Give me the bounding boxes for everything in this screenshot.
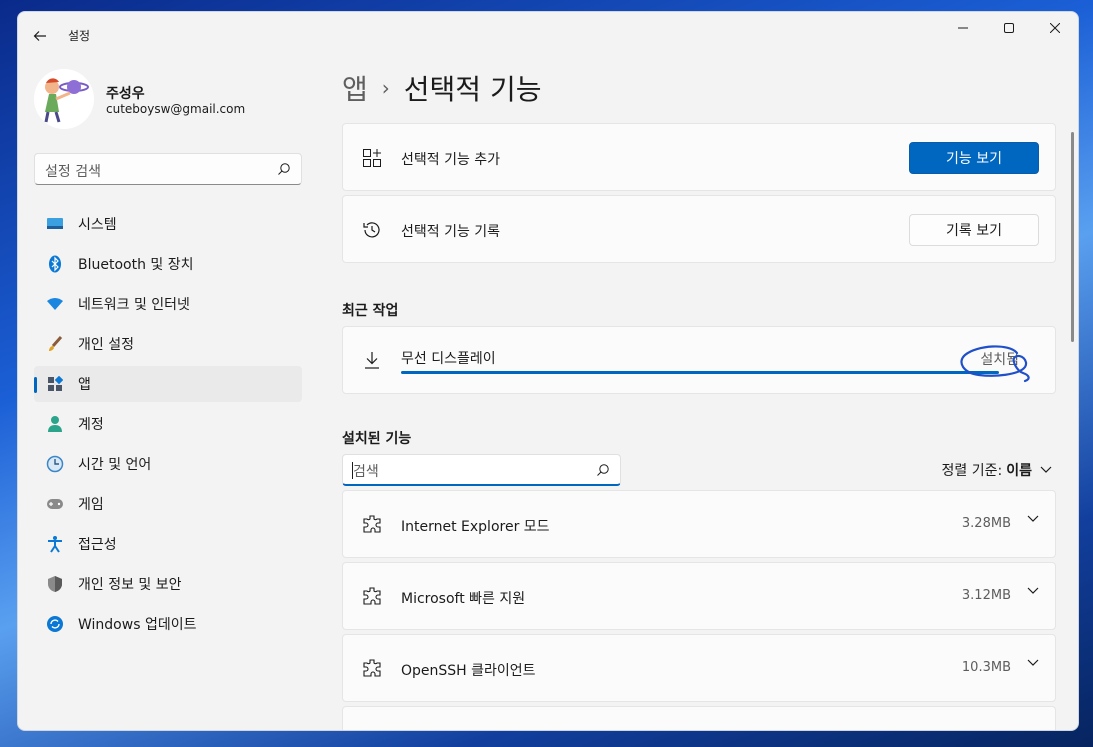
feature-row[interactable]: OpenSSH 클라이언트 10.3MB [342,634,1056,702]
puzzle-icon [361,513,383,535]
recent-action-card: 무선 디스플레이 설치됨 [342,326,1056,394]
chevron-down-icon[interactable] [1027,587,1039,595]
download-icon [361,349,383,371]
view-features-button[interactable]: 기능 보기 [909,142,1039,174]
sort-value: 이름 [1006,463,1032,479]
recent-actions-title: 최근 작업 [342,303,399,319]
feature-history-card: 선택적 기능 기록 기록 보기 [342,195,1056,263]
title-bar: 설정 [18,12,1078,58]
feature-size: 3.28MB [961,516,1011,531]
scrollbar[interactable] [1071,132,1074,342]
sort-dropdown[interactable]: 정렬 기준: 이름 [942,460,1052,480]
sidebar-item-label: 네트워크 및 인터넷 [78,297,190,313]
sidebar-item-label: 접근성 [78,537,117,553]
sidebar-item-accessibility[interactable]: 접근성 [34,526,302,562]
minimize-button[interactable] [940,12,986,44]
feature-row[interactable]: Internet Explorer 모드 3.28MB [342,490,1056,558]
view-history-button[interactable]: 기록 보기 [909,214,1039,246]
puzzle-icon [361,585,383,607]
sidebar-item-label: 시스템 [78,217,117,233]
feature-row-partial[interactable] [342,706,1056,730]
installed-search-placeholder: 검색 [353,464,379,480]
avatar[interactable] [34,69,94,129]
sidebar-item-apps[interactable]: 앱 [34,366,302,402]
install-progress-bar [401,371,999,374]
feature-row[interactable]: Microsoft 빠른 지원 3.12MB [342,562,1056,630]
sort-label: 정렬 기준: [941,463,1003,479]
feature-name: Internet Explorer 모드 [401,519,550,535]
breadcrumb-separator: › [381,76,390,100]
sidebar-item-label: 개인 정보 및 보안 [78,577,182,593]
sidebar-item-label: 앱 [78,377,91,393]
person-icon [46,415,64,433]
app-title: 설정 [68,29,91,43]
add-feature-label: 선택적 기능 추가 [401,152,501,168]
sidebar-item-gaming[interactable]: 게임 [34,486,302,522]
close-icon [1050,23,1060,33]
sidebar-item-label: Windows 업데이트 [78,617,197,633]
bluetooth-icon [46,255,64,273]
system-icon [46,215,64,233]
add-feature-card: 선택적 기능 추가 기능 보기 [342,123,1056,191]
installed-features-title: 설치된 기능 [342,431,412,447]
recent-action-label: 무선 디스플레이 [401,351,496,367]
page-title: 선택적 기능 [403,73,542,106]
globe-clock-icon [46,455,64,473]
sidebar-item-label: Bluetooth 및 장치 [78,257,194,273]
settings-window: 설정 주성우 cuteboysw@gmail.com 설정 검색 시스템 Blu… [17,11,1079,731]
sidebar-item-label: 계정 [78,417,104,433]
close-button[interactable] [1032,12,1078,44]
feature-name: OpenSSH 클라이언트 [401,663,536,679]
shield-icon [46,575,64,593]
accessibility-icon [46,535,64,553]
sidebar-item-personalization[interactable]: 개인 설정 [34,326,302,362]
feature-name: Microsoft 빠른 지원 [401,591,526,607]
installed-search-input[interactable]: 검색 [342,454,621,486]
sidebar-item-accounts[interactable]: 계정 [34,406,302,442]
sidebar-item-network[interactable]: 네트워크 및 인터넷 [34,286,302,322]
feature-size: 10.3MB [961,660,1011,675]
breadcrumb-parent[interactable]: 앱 [342,68,368,108]
apps-icon [46,375,64,393]
sidebar-item-bluetooth[interactable]: Bluetooth 및 장치 [34,246,302,282]
maximize-button[interactable] [986,12,1032,44]
user-email: cuteboysw@gmail.com [106,102,246,116]
maximize-icon [1004,23,1014,33]
user-name: 주성우 [106,86,145,102]
update-icon [46,615,64,633]
search-icon [278,163,290,175]
sidebar-nav: 시스템 Bluetooth 및 장치 네트워크 및 인터넷 개인 설정 앱 계정… [34,206,302,646]
chevron-down-icon [1040,466,1052,473]
sidebar-item-system[interactable]: 시스템 [34,206,302,242]
gamepad-icon [46,495,64,513]
breadcrumb: 앱 › 선택적 기능 [342,68,541,108]
puzzle-icon [361,657,383,679]
sidebar-item-label: 개인 설정 [78,337,134,353]
sidebar-item-label: 시간 및 언어 [78,457,152,473]
sidebar-item-privacy[interactable]: 개인 정보 및 보안 [34,566,302,602]
search-placeholder: 설정 검색 [45,164,101,180]
settings-search-input[interactable]: 설정 검색 [34,153,302,185]
brush-icon [46,335,64,353]
wifi-icon [46,295,64,313]
feature-history-label: 선택적 기능 기록 [401,224,501,240]
annotation-scribble [960,345,1030,383]
history-icon [361,219,383,241]
minimize-icon [958,27,968,29]
sidebar-item-windows-update[interactable]: Windows 업데이트 [34,606,302,642]
arrow-left-icon [33,31,46,41]
add-grid-icon [361,147,383,169]
sidebar-item-label: 게임 [78,497,104,513]
search-icon [597,464,609,476]
back-button[interactable] [28,24,52,48]
chevron-down-icon[interactable] [1027,515,1039,523]
chevron-down-icon[interactable] [1027,659,1039,667]
sidebar-item-time-language[interactable]: 시간 및 언어 [34,446,302,482]
feature-size: 3.12MB [961,588,1011,603]
avatar-image [34,69,94,129]
